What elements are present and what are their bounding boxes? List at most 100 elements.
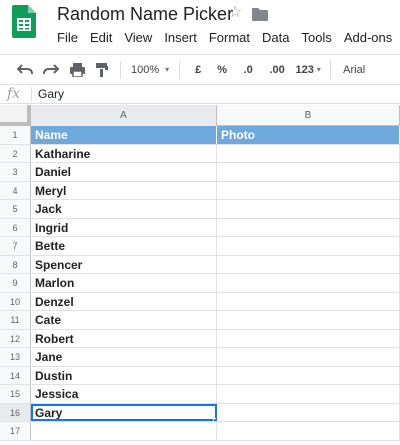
table-body: 2 Katharine 3 Daniel 4 Meryl 5 Jack 6 Ingrid 7 Bett… (0, 144, 400, 441)
menu-edit[interactable]: Edit (84, 29, 118, 47)
photo-cell[interactable] (217, 292, 400, 310)
row-number[interactable]: 13 (0, 348, 31, 366)
menu-format[interactable]: Format (203, 29, 256, 47)
table-row: 8 Spencer (0, 255, 400, 274)
photo-cell[interactable] (217, 403, 400, 421)
table-row: 2 Katharine (0, 144, 400, 163)
undo-icon[interactable] (12, 59, 38, 81)
table-row: 7 Bette (0, 237, 400, 256)
table-row: 9 Marlon (0, 274, 400, 293)
row-number[interactable]: 15 (0, 385, 31, 403)
menu-tools[interactable]: Tools (295, 29, 337, 47)
table-row: 15 Jessica (0, 385, 400, 404)
row-number[interactable]: 9 (0, 274, 31, 292)
formula-input[interactable]: Gary (38, 87, 378, 101)
more-formats-label: 123 (295, 63, 314, 76)
star-icon[interactable]: ☆ (228, 5, 242, 21)
increase-decimals-button[interactable]: .00 (262, 59, 292, 81)
name-cell[interactable]: Robert (31, 329, 217, 347)
row-number[interactable]: 7 (0, 237, 31, 255)
photo-cell[interactable] (217, 366, 400, 384)
format-percent-button[interactable]: % (210, 59, 234, 81)
name-cell[interactable]: Gary (31, 403, 217, 421)
name-cell[interactable]: Denzel (31, 292, 217, 310)
column-header-a[interactable]: A (31, 105, 217, 126)
formula-bar: fx Gary (0, 84, 400, 104)
name-cell[interactable]: Meryl (31, 181, 217, 199)
table-row: 4 Meryl (0, 181, 400, 200)
row-number[interactable]: 16 (0, 403, 31, 421)
fill-handle[interactable] (213, 418, 216, 421)
row-number[interactable]: 2 (0, 144, 31, 162)
table-row: 13 Jane (0, 348, 400, 367)
photo-cell[interactable] (217, 385, 400, 403)
name-cell[interactable]: Cate (31, 311, 217, 329)
name-cell[interactable]: Jessica (31, 385, 217, 403)
decrease-decimals-button[interactable]: .0 (234, 59, 262, 81)
row-number[interactable]: 11 (0, 311, 31, 329)
google-sheets-logo-icon[interactable] (12, 5, 36, 38)
name-cell[interactable] (31, 422, 217, 440)
menu-view[interactable]: View (118, 29, 158, 47)
table-row: 3 Daniel (0, 163, 400, 182)
redo-icon[interactable] (38, 59, 64, 81)
app-header: Random Name Picker ☆ File Edit View Inse… (0, 0, 400, 52)
row-number[interactable]: 17 (0, 422, 31, 440)
photo-cell[interactable] (217, 218, 400, 236)
row-number[interactable]: 14 (0, 366, 31, 384)
row-number[interactable]: 12 (0, 329, 31, 347)
paint-format-icon[interactable] (90, 59, 114, 81)
row-number[interactable]: 6 (0, 218, 31, 236)
row-number[interactable]: 8 (0, 255, 31, 273)
photo-cell[interactable] (217, 329, 400, 347)
menu-add-ons[interactable]: Add-ons (338, 29, 398, 47)
format-currency-button[interactable]: £ (186, 59, 210, 81)
column-header-row: A B (0, 105, 400, 126)
zoom-select[interactable]: 100% ▾ (127, 64, 173, 76)
name-cell[interactable]: Dustin (31, 366, 217, 384)
name-cell[interactable]: Katharine (31, 144, 217, 162)
table-row: 5 Jack (0, 200, 400, 219)
row-number[interactable]: 3 (0, 163, 31, 181)
document-title[interactable]: Random Name Picker (57, 4, 233, 25)
zoom-value: 100% (131, 63, 160, 76)
table-row: 11 Cate (0, 311, 400, 330)
menu-insert[interactable]: Insert (158, 29, 203, 47)
toolbar-divider (120, 60, 121, 79)
name-cell[interactable]: Marlon (31, 274, 217, 292)
print-icon[interactable] (64, 59, 90, 81)
name-cell[interactable]: Jane (31, 348, 217, 366)
fx-icon: fx (7, 86, 21, 102)
photo-cell[interactable] (217, 200, 400, 218)
name-cell[interactable]: Ingrid (31, 218, 217, 236)
menu-data[interactable]: Data (256, 29, 295, 47)
photo-cell[interactable] (217, 422, 400, 440)
photo-cell[interactable] (217, 163, 400, 181)
photo-cell[interactable] (217, 348, 400, 366)
row-number[interactable]: 1 (0, 126, 31, 144)
photo-cell[interactable] (217, 144, 400, 162)
header-cell-photo[interactable]: Photo (217, 126, 400, 144)
more-formats-button[interactable]: 123 ▾ (292, 59, 324, 81)
name-cell[interactable]: Daniel (31, 163, 217, 181)
row-number[interactable]: 5 (0, 200, 31, 218)
header-cell-name[interactable]: Name (31, 126, 217, 144)
row-number[interactable]: 4 (0, 181, 31, 199)
folder-icon[interactable] (252, 8, 268, 21)
name-cell[interactable]: Spencer (31, 255, 217, 273)
column-header-b[interactable]: B (217, 105, 400, 126)
select-all-corner[interactable] (0, 105, 31, 126)
font-select[interactable]: Arial (337, 64, 365, 76)
toolbar-divider (179, 60, 181, 79)
photo-cell[interactable] (217, 255, 400, 273)
name-cell[interactable]: Bette (31, 237, 217, 255)
photo-cell[interactable] (217, 181, 400, 199)
row-number[interactable]: 10 (0, 292, 31, 310)
menu-file[interactable]: File (51, 29, 84, 47)
name-cell[interactable]: Jack (31, 200, 217, 218)
table-row: 14 Dustin (0, 366, 400, 385)
photo-cell[interactable] (217, 237, 400, 255)
photo-cell[interactable] (217, 274, 400, 292)
photo-cell[interactable] (217, 311, 400, 329)
table-row: 6 Ingrid (0, 218, 400, 237)
